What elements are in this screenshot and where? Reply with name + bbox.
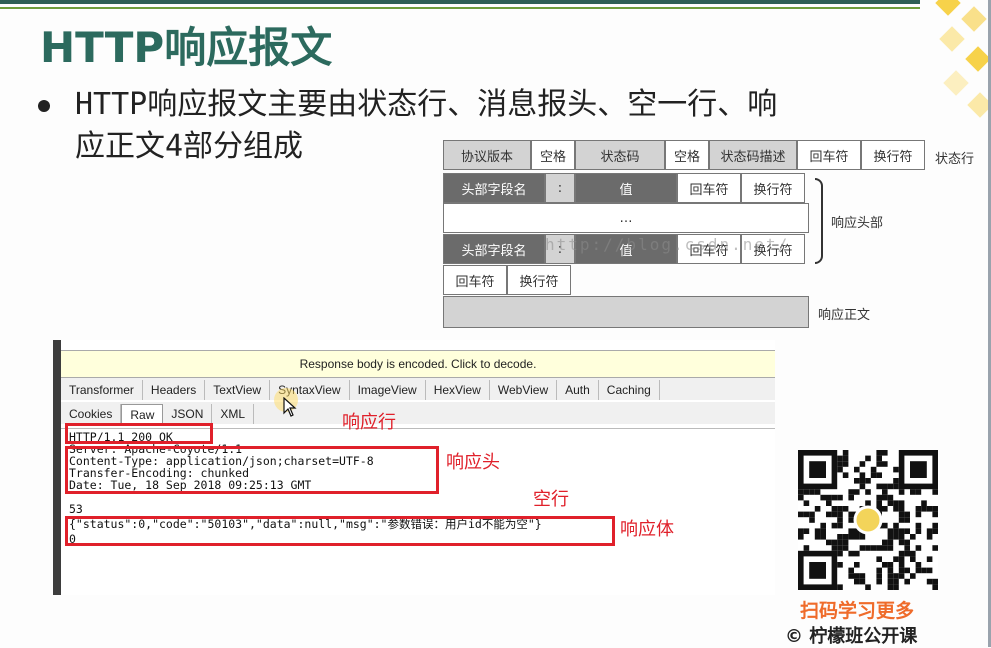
header-cr-2: 回车符 (677, 234, 741, 264)
header-brace (815, 178, 823, 264)
status-line-highlight (65, 423, 213, 444)
body-label: 响应正文 (818, 308, 871, 323)
inspector-tabs-row-2: Cookies Raw JSON XML (61, 402, 775, 424)
header-colon-2: : (545, 234, 575, 264)
header-label: 响应头部 (831, 216, 884, 231)
status-cell-code: 状态码 (575, 140, 665, 170)
tab-cookies[interactable]: Cookies (61, 404, 122, 424)
body-annotation: 响应体 (620, 519, 674, 540)
tab-imageview[interactable]: ImageView (350, 380, 426, 400)
qr-code-icon[interactable] (798, 450, 938, 590)
qr-caption: 扫码学习更多 (800, 600, 915, 622)
tab-json[interactable]: JSON (163, 404, 213, 424)
bullet-icon (38, 100, 50, 112)
blank-cr: 回车符 (443, 265, 507, 295)
status-line-label: 状态行 (935, 152, 975, 167)
header-lf: 换行符 (741, 173, 805, 203)
header-value: 值 (575, 173, 677, 203)
header-colon: : (545, 173, 575, 203)
panel-frame (53, 340, 61, 595)
status-cell-description: 状态码描述 (709, 140, 797, 170)
status-cell-cr: 回车符 (797, 140, 861, 170)
header-field-name: 头部字段名 (443, 173, 545, 203)
headers-annotation: 响应头 (446, 452, 500, 473)
bullet-line-1: HTTP响应报文主要由状态行、消息报头、空一行、响 (75, 87, 778, 122)
decode-banner[interactable]: Response body is encoded. Click to decod… (61, 350, 775, 378)
status-line-annotation: 响应行 (342, 412, 396, 433)
status-cell-space: 空格 (531, 140, 575, 170)
copyright-text: © 柠檬班公开课 (785, 626, 918, 647)
status-cell-lf: 换行符 (861, 140, 925, 170)
tab-xml[interactable]: XML (212, 404, 255, 424)
body-highlight (65, 516, 615, 546)
body-block (443, 296, 809, 328)
mouse-cursor-icon (283, 396, 297, 423)
header-field-name-2: 头部字段名 (443, 234, 545, 264)
inspector-tabs-row-1: Transformer Headers TextView SyntaxView … (61, 378, 775, 400)
header-cr: 回车符 (677, 173, 741, 203)
tab-hexview[interactable]: HexView (426, 380, 490, 400)
headers-highlight (65, 446, 439, 494)
response-line-chunk-size: 53 (69, 502, 83, 516)
tab-webview[interactable]: WebView (490, 380, 558, 400)
header-ellipsis: … (443, 203, 809, 233)
tab-textview[interactable]: TextView (205, 380, 271, 400)
header-value-2: 值 (575, 234, 677, 264)
tab-caching[interactable]: Caching (599, 380, 660, 400)
blank-lf: 换行符 (507, 265, 571, 295)
blank-line-annotation: 空行 (533, 489, 569, 510)
status-cell-space-2: 空格 (665, 140, 709, 170)
title-rule (0, 0, 920, 4)
tab-headers[interactable]: Headers (143, 380, 206, 400)
tab-transformer[interactable]: Transformer (61, 380, 143, 400)
status-cell-version: 协议版本 (443, 140, 531, 170)
header-lf-2: 换行符 (741, 234, 805, 264)
corner-decoration (919, 0, 991, 150)
title-rule-accent (0, 7, 920, 9)
slide-title: HTTP响应报文 (40, 23, 333, 72)
tab-raw[interactable]: Raw (121, 404, 164, 424)
response-structure-diagram: 协议版本 空格 状态码 空格 状态码描述 回车符 换行符 状态行 头部字段名 :… (443, 140, 983, 330)
tab-auth[interactable]: Auth (557, 380, 599, 400)
